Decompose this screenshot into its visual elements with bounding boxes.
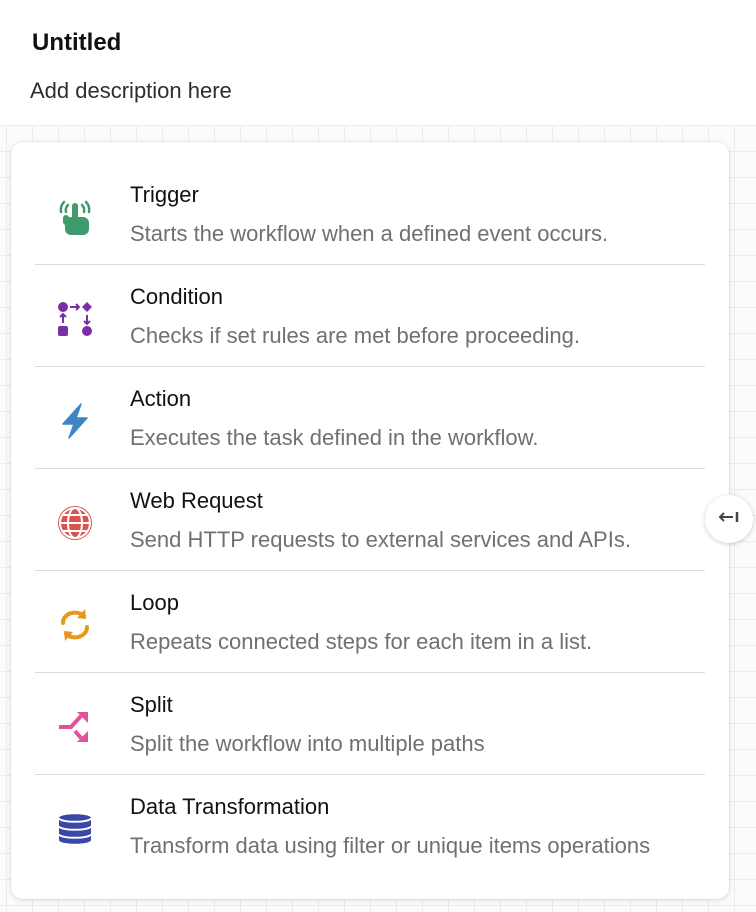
hand-tap-icon <box>53 195 97 239</box>
menu-item-split[interactable]: Split Split the workflow into multiple p… <box>35 673 705 775</box>
collapse-left-arrow-icon <box>718 509 740 530</box>
menu-item-description: Starts the workflow when a defined event… <box>130 221 609 246</box>
lightning-bolt-icon <box>53 399 97 443</box>
menu-item-label: Trigger <box>130 182 199 207</box>
menu-item-label: Condition <box>130 284 223 309</box>
menu-item-label: Loop <box>130 590 179 615</box>
menu-item-loop[interactable]: Loop Repeats connected steps for each it… <box>35 571 705 673</box>
workflow-description[interactable]: Add description here <box>30 78 232 104</box>
menu-item-description: Checks if set rules are met before proce… <box>130 323 581 348</box>
menu-item-data-transformation[interactable]: Data Transformation Transform data using… <box>35 775 705 877</box>
menu-item-label: Web Request <box>130 488 263 513</box>
menu-item-description: Executes the task defined in the workflo… <box>130 425 539 450</box>
menu-item-description: Repeats connected steps for each item in… <box>130 629 593 654</box>
menu-item-description: Transform data using filter or unique it… <box>130 833 651 858</box>
workflow-title[interactable]: Untitled <box>32 29 121 57</box>
menu-item-condition[interactable]: Condition Checks if set rules are met be… <box>35 265 705 367</box>
menu-item-description: Split the workflow into multiple paths <box>130 731 485 756</box>
menu-item-label: Action <box>130 386 192 411</box>
menu-item-description: Send HTTP requests to external services … <box>130 527 631 552</box>
database-icon <box>53 807 97 851</box>
menu-item-label: Data Transformation <box>130 794 330 819</box>
node-type-menu: Trigger Starts the workflow when a defin… <box>11 142 729 899</box>
condition-flow-icon <box>53 297 97 341</box>
menu-item-label: Split <box>130 692 173 717</box>
workflow-header: Untitled Add description here <box>0 0 756 125</box>
loop-arrows-icon <box>53 603 97 647</box>
split-arrows-icon <box>53 705 97 749</box>
collapse-panel-button[interactable] <box>705 495 753 543</box>
menu-item-trigger[interactable]: Trigger Starts the workflow when a defin… <box>35 163 705 265</box>
globe-icon <box>53 501 97 545</box>
menu-item-web-request[interactable]: Web Request Send HTTP requests to extern… <box>35 469 705 571</box>
menu-item-action[interactable]: Action Executes the task defined in the … <box>35 367 705 469</box>
